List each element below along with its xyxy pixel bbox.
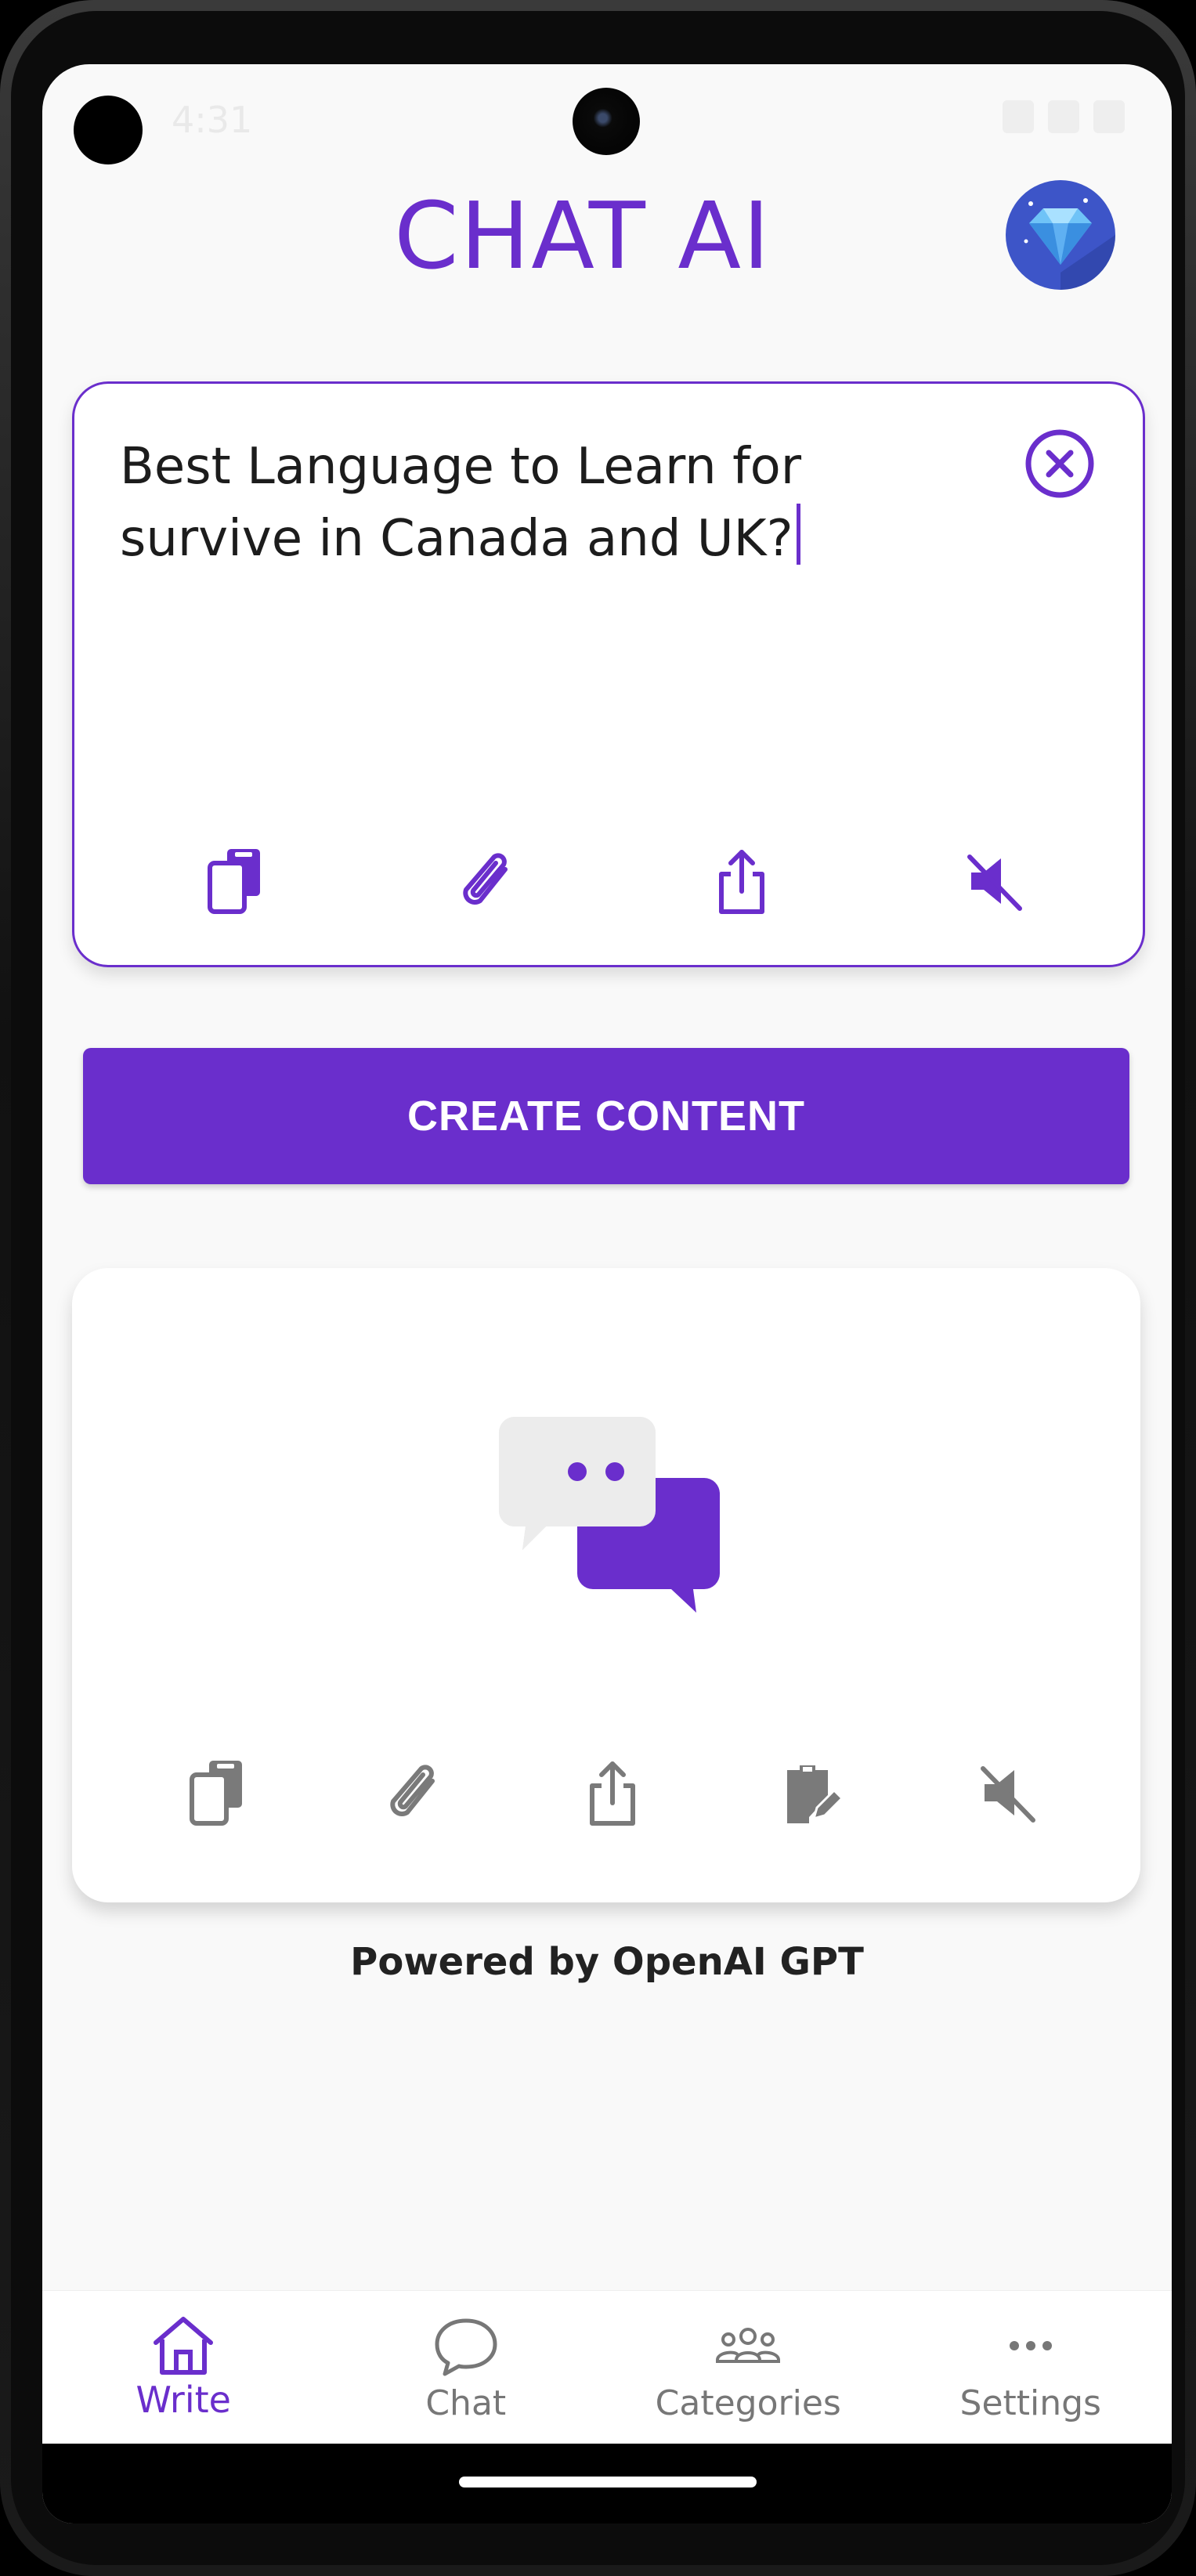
people-icon (716, 2328, 781, 2363)
prompt-input-card: Best Language to Learn for survive in Ca… (72, 381, 1145, 967)
mute-response-button[interactable] (973, 1758, 1043, 1828)
status-dot (74, 96, 143, 164)
response-toolbar (182, 1758, 1043, 1836)
input-toolbar (200, 846, 1030, 916)
copy-input-button[interactable] (200, 846, 270, 916)
status-time: 4:31 (172, 99, 253, 141)
text-cursor (796, 504, 800, 565)
chat-bubbles-icon (499, 1417, 720, 1613)
response-card (72, 1268, 1140, 1902)
nav-item-settings[interactable]: Settings (890, 2291, 1173, 2444)
wifi-icon (1003, 100, 1034, 133)
more-icon (1009, 2341, 1052, 2350)
share-icon (718, 850, 764, 914)
mute-icon (967, 854, 1022, 911)
powered-by-text: Powered by OpenAI GPT (350, 1940, 864, 1984)
copy-icon (190, 1761, 242, 1826)
share-input-button[interactable] (706, 846, 777, 916)
copy-icon (208, 849, 260, 914)
mute-icon (981, 1766, 1035, 1823)
nav-label-settings: Settings (959, 2383, 1101, 2423)
phone-frame: 4:31 CHAT AI Best Language to Learn for … (0, 0, 1196, 2576)
status-icons (1003, 100, 1125, 133)
signal-icon (1048, 100, 1079, 133)
home-gesture-handle[interactable] (459, 2477, 757, 2487)
create-content-button[interactable]: CREATE CONTENT (83, 1048, 1129, 1184)
mute-input-button[interactable] (959, 846, 1030, 916)
gesture-bar-area (42, 2444, 1172, 2524)
attach-icon (389, 1765, 435, 1816)
copy-response-button[interactable] (182, 1758, 252, 1828)
prompt-input[interactable]: Best Language to Learn for survive in Ca… (120, 431, 950, 575)
nav-item-write[interactable]: Write (42, 2291, 325, 2444)
screen: 4:31 CHAT AI Best Language to Learn for … (42, 64, 1172, 2524)
front-camera (573, 88, 640, 155)
bottom-navigation: Write Chat Categories Settings (42, 2290, 1172, 2444)
edit-icon (786, 1765, 842, 1823)
premium-button[interactable] (1006, 180, 1115, 290)
phone-bezel: 4:31 CHAT AI Best Language to Learn for … (11, 11, 1185, 2565)
nav-label-write: Write (135, 2379, 231, 2421)
app-title: CHAT AI (394, 182, 771, 290)
nav-label-chat: Chat (425, 2383, 507, 2423)
attach-response-button[interactable] (380, 1758, 450, 1828)
diamond-icon (1024, 198, 1115, 290)
nav-item-chat[interactable]: Chat (325, 2291, 608, 2444)
clear-input-button[interactable] (1024, 428, 1096, 500)
attach-icon (463, 853, 508, 905)
home-icon (154, 2317, 214, 2375)
edit-response-button[interactable] (775, 1758, 846, 1828)
chat-bubble-icon (435, 2318, 497, 2376)
attach-input-button[interactable] (453, 846, 523, 916)
nav-item-categories[interactable]: Categories (607, 2291, 890, 2444)
status-bar: 4:31 (42, 64, 1172, 182)
share-response-button[interactable] (577, 1758, 648, 1828)
nav-label-categories: Categories (655, 2383, 841, 2423)
battery-icon (1093, 100, 1125, 133)
close-circle-icon (1025, 429, 1094, 498)
prompt-text: Best Language to Learn for survive in Ca… (120, 438, 802, 568)
share-icon (590, 1761, 635, 1826)
